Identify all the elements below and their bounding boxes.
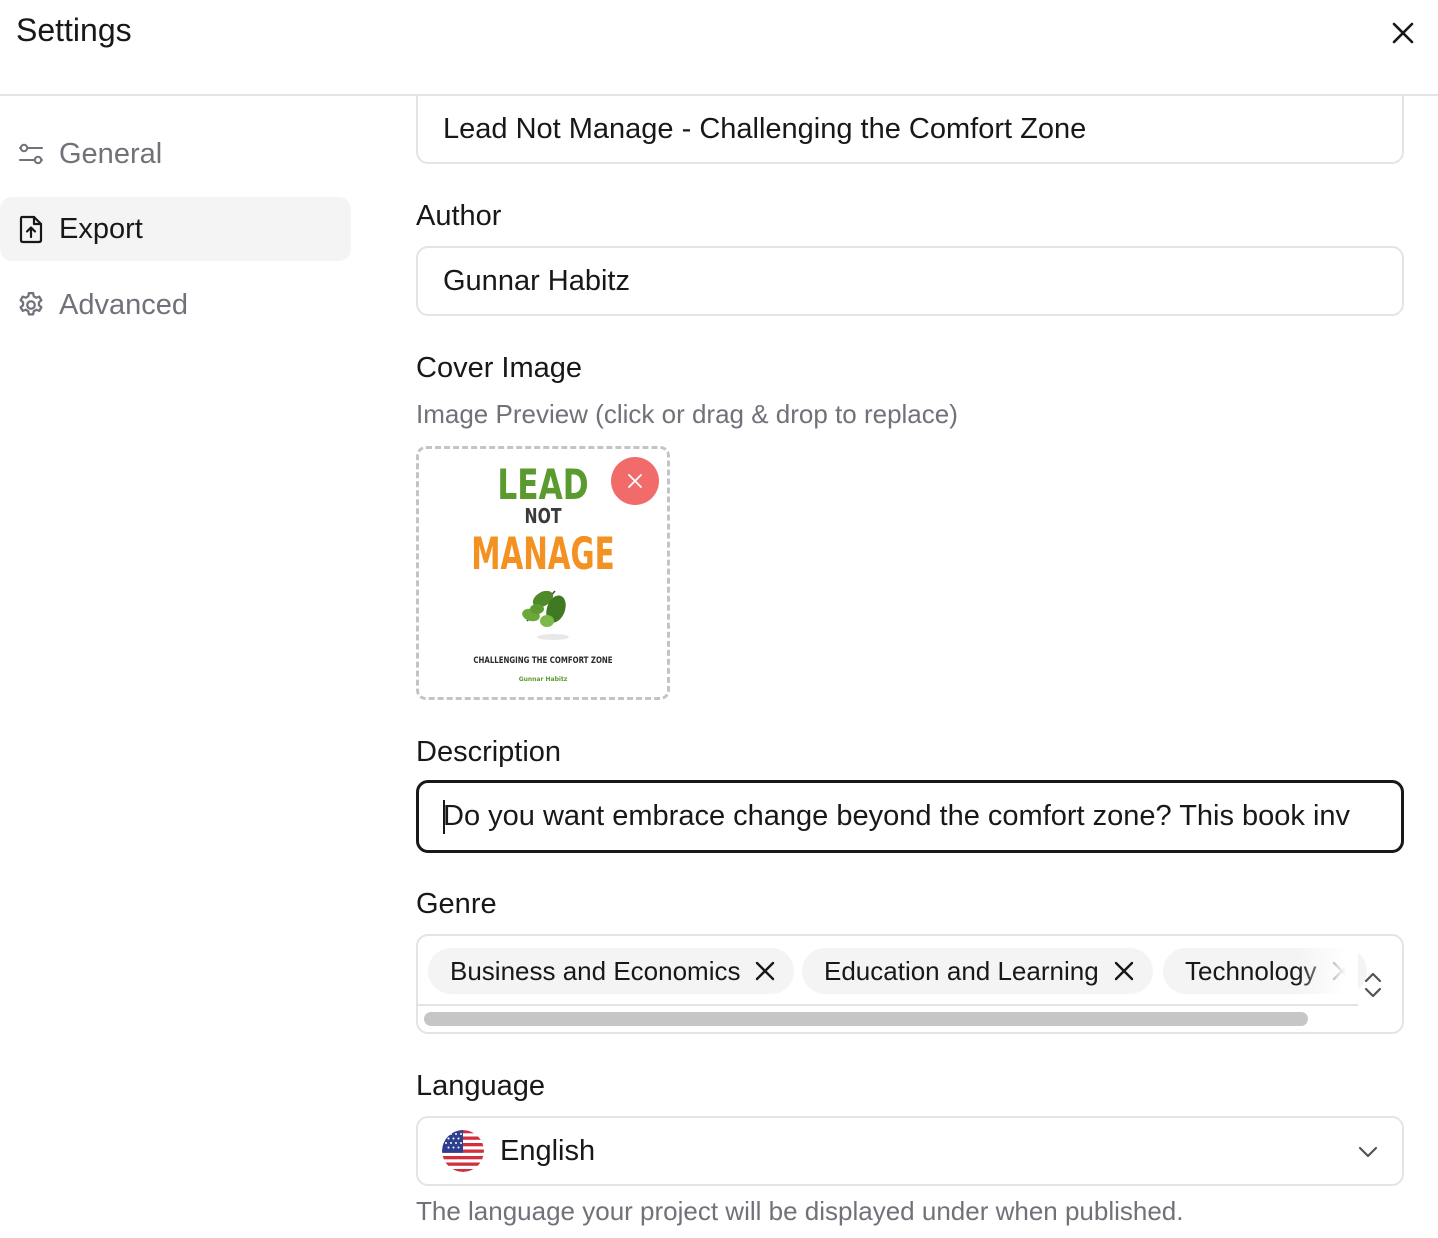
genre-chip: Business and Economics <box>428 948 795 994</box>
file-upload-icon <box>16 214 46 244</box>
genre-toggle[interactable] <box>1358 968 1388 1002</box>
cover-title-not: NOT <box>525 505 563 528</box>
gear-icon <box>16 290 46 320</box>
cover-subtitle: CHALLENGING THE COMFORT ZONE <box>473 655 612 665</box>
author-label: Author <box>416 200 502 232</box>
description-label: Description <box>416 736 562 768</box>
close-icon <box>1114 961 1133 981</box>
page-title: Settings <box>16 12 132 48</box>
genre-chip-label: Technology <box>1185 955 1317 986</box>
genre-divider <box>418 1004 1358 1006</box>
chip-overflow-fade <box>1298 936 1358 1004</box>
genre-chip-label: Business and Economics <box>450 955 741 986</box>
remove-cover-button[interactable] <box>611 457 659 505</box>
genre-chip: Education and Learning <box>802 948 1153 994</box>
genre-multiselect[interactable]: Business and Economics Education and Lea… <box>416 934 1404 1034</box>
genre-chip-label: Education and Learning <box>824 955 1099 986</box>
chevron-down-icon <box>1358 1146 1378 1158</box>
sidebar-item-label: General <box>59 137 163 170</box>
us-flag-icon <box>442 1130 484 1172</box>
genre-horizontal-scrollbar[interactable] <box>424 1012 1309 1028</box>
close-icon <box>628 474 642 488</box>
description-input[interactable]: Do you want embrace change beyond the co… <box>416 780 1404 853</box>
close-icon <box>756 961 775 981</box>
genre-label: Genre <box>416 888 497 920</box>
cover-author: Gunnar Habitz <box>519 676 568 683</box>
cover-image-label: Cover Image <box>416 352 583 384</box>
remove-genre-button[interactable] <box>754 960 776 982</box>
author-input[interactable]: Gunnar Habitz <box>416 246 1404 316</box>
cover-image-helper: Image Preview (click or drag & drop to r… <box>416 399 958 429</box>
close-icon <box>1392 22 1414 44</box>
sidebar-item-advanced[interactable]: Advanced <box>0 273 351 337</box>
cover-title-manage: MANAGE <box>471 528 615 580</box>
sidebar-item-label: Export <box>59 212 143 245</box>
chevron-up-down-icon <box>1364 972 1382 998</box>
cover-title-lead: LEAD <box>497 460 588 509</box>
sidebar-item-general[interactable]: General <box>0 122 351 186</box>
settings-header: Settings <box>0 0 1438 96</box>
language-select-value: English <box>500 1134 596 1167</box>
close-button[interactable] <box>1384 14 1422 52</box>
sidebar-item-label: Advanced <box>59 288 188 321</box>
language-select[interactable]: English <box>416 1116 1404 1186</box>
sliders-icon <box>16 139 46 169</box>
title-input-value: Lead Not Manage - Challenging the Comfor… <box>443 112 1087 145</box>
language-helper: The language your project will be displa… <box>416 1196 1184 1226</box>
sidebar-item-export[interactable]: Export <box>0 197 351 261</box>
language-label: Language <box>416 1070 546 1102</box>
title-input[interactable]: Lead Not Manage - Challenging the Comfor… <box>416 96 1404 164</box>
author-input-value: Gunnar Habitz <box>443 264 630 297</box>
description-input-value: Do you want embrace change beyond the co… <box>443 800 1351 832</box>
remove-genre-button[interactable] <box>1113 960 1135 982</box>
scrollbar-thumb[interactable] <box>424 1012 1308 1026</box>
